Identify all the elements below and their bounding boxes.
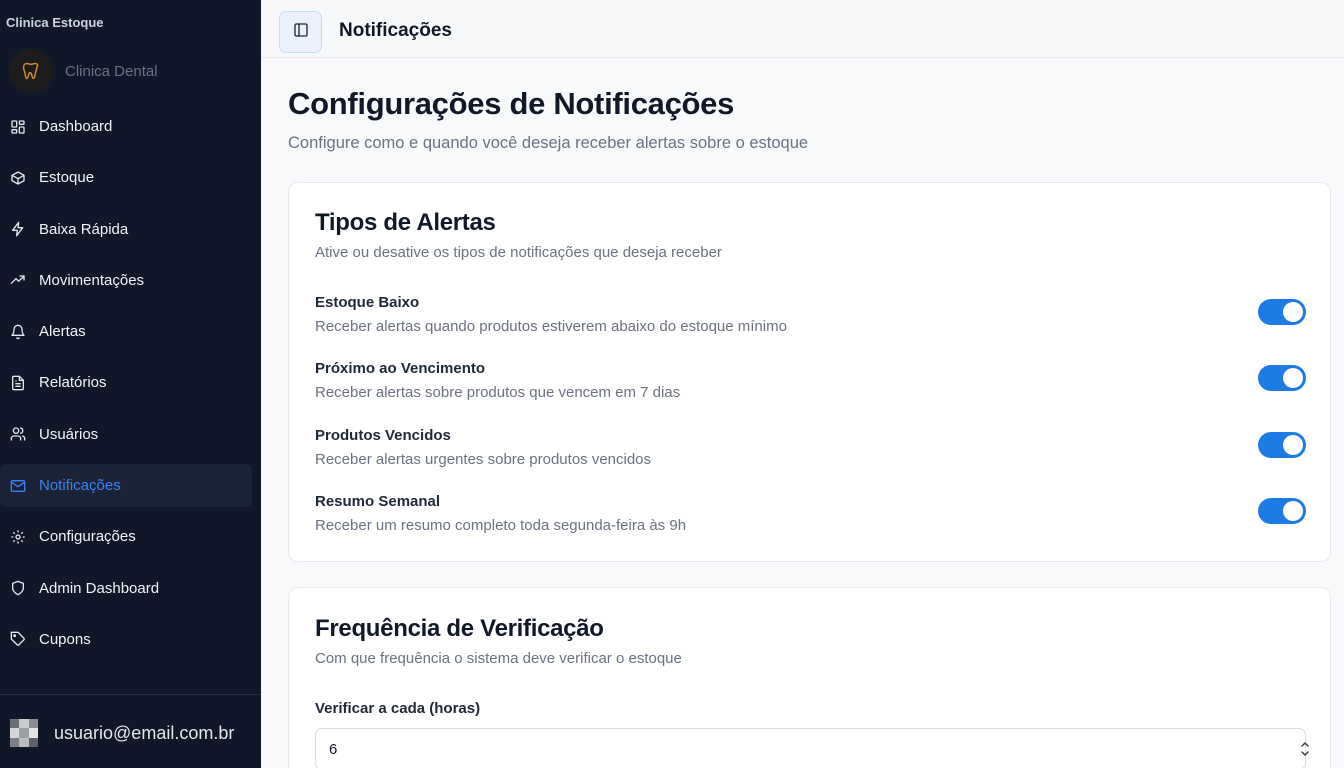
setting-proximo-vencimento: Próximo ao Vencimento Receber alertas so… (315, 360, 1306, 410)
sidebar-item-usuarios[interactable]: Usuários (0, 413, 252, 456)
toggle-resumo-semanal[interactable] (1258, 498, 1306, 524)
shield-icon (9, 579, 27, 597)
setting-description: Receber alertas quando produtos estivere… (315, 318, 787, 335)
sidebar-item-label: Relatórios (39, 374, 107, 392)
toggle-proximo-vencimento[interactable] (1258, 365, 1306, 391)
sidebar-item-label: Estoque (39, 169, 95, 187)
sidebar-item-admin-dashboard[interactable]: Admin Dashboard (0, 567, 252, 610)
topbar-title: Notificações (339, 20, 452, 41)
sidebar-item-alertas[interactable]: Alertas (0, 310, 252, 353)
setting-description: Receber alertas sobre produtos que vence… (315, 384, 681, 401)
toggle-estoque-baixo[interactable] (1258, 299, 1306, 325)
setting-label: Resumo Semanal (315, 493, 441, 510)
toggle-knob (1283, 501, 1303, 521)
sidebar-item-cupons[interactable]: Cupons (0, 618, 252, 661)
card-title: Tipos de Alertas (315, 209, 496, 236)
setting-label: Estoque Baixo (315, 294, 420, 311)
hours-input[interactable] (315, 728, 1306, 768)
user-email: usuario@email.com.br (54, 722, 235, 743)
sidebar-toggle-button[interactable] (279, 11, 322, 53)
sidebar-item-label: Dashboard (39, 118, 113, 135)
sidebar-item-label: Usuários (39, 425, 99, 443)
sidebar-item-label: Notificações (39, 477, 121, 495)
panel-left-icon (293, 22, 309, 43)
sidebar-item-label: Cupons (39, 630, 91, 648)
sidebar-divider (0, 694, 261, 695)
box-icon (9, 169, 27, 187)
card-description: Ative ou desative os tipos de notificaçõ… (315, 244, 722, 261)
setting-label: Próximo ao Vencimento (315, 360, 486, 377)
sidebar-item-label: Admin Dashboard (39, 579, 160, 597)
file-text-icon (9, 374, 27, 392)
toggle-knob (1283, 302, 1303, 322)
sidebar-item-relatorios[interactable]: Relatórios (0, 361, 252, 404)
toggle-produtos-vencidos[interactable] (1258, 432, 1306, 458)
tag-icon (9, 630, 27, 648)
sidebar-item-label: Configurações (39, 528, 136, 546)
page-subtitle: Configure como e quando você deseja rece… (288, 134, 809, 152)
field-label: Verificar a cada (horas) (315, 700, 481, 717)
sidebar: Clinica Estoque Clinica Dental Dashboard… (0, 0, 261, 768)
toggle-knob (1283, 368, 1303, 388)
setting-label: Produtos Vencidos (315, 427, 451, 444)
sidebar-item-label: Baixa Rápida (39, 220, 129, 238)
stepper-icon[interactable] (1300, 740, 1310, 758)
setting-estoque-baixo: Estoque Baixo Receber alertas quando pro… (315, 294, 1306, 344)
bell-icon (9, 323, 27, 341)
setting-description: Receber um resumo completo toda segunda-… (315, 517, 687, 534)
sidebar-item-estoque[interactable]: Estoque (0, 156, 252, 199)
sidebar-nav: Dashboard Estoque Baixa Rápida Movimenta… (0, 105, 261, 669)
trending-up-icon (9, 271, 27, 289)
clinic-selector[interactable]: Clinica Dental (10, 50, 158, 92)
sidebar-item-configuracoes[interactable]: Configurações (0, 515, 252, 558)
setting-resumo-semanal: Resumo Semanal Receber um resumo complet… (315, 493, 1306, 543)
lightning-icon (9, 220, 27, 238)
tooth-logo-icon (10, 50, 52, 92)
sidebar-item-label: Movimentações (39, 271, 145, 289)
alert-types-card: Tipos de Alertas Ative ou desative os ti… (288, 182, 1331, 562)
app-name: Clinica Estoque (6, 15, 104, 30)
card-title: Frequência de Verificação (315, 615, 604, 642)
page-title: Configurações de Notificações (288, 86, 735, 121)
card-description: Com que frequência o sistema deve verifi… (315, 650, 682, 667)
sidebar-item-label: Alertas (39, 323, 86, 341)
sidebar-item-notificacoes[interactable]: Notificações (0, 464, 252, 508)
setting-description: Receber alertas urgentes sobre produtos … (315, 451, 652, 468)
users-icon (9, 425, 27, 443)
user-menu[interactable]: usuario@email.com.br (10, 719, 234, 747)
sidebar-item-baixa-rapida[interactable]: Baixa Rápida (0, 208, 252, 251)
mail-icon (9, 477, 27, 495)
gear-icon (9, 528, 27, 546)
sidebar-item-movimentacoes[interactable]: Movimentações (0, 259, 252, 302)
topbar: Notificações (261, 0, 1344, 58)
frequency-card: Frequência de Verificação Com que frequê… (288, 587, 1331, 768)
toggle-knob (1283, 435, 1303, 455)
sidebar-item-dashboard[interactable]: Dashboard (0, 105, 252, 148)
dashboard-icon (9, 118, 27, 136)
setting-produtos-vencidos: Produtos Vencidos Receber alertas urgent… (315, 427, 1306, 477)
clinic-name: Clinica Dental (65, 62, 158, 80)
avatar (10, 719, 38, 747)
